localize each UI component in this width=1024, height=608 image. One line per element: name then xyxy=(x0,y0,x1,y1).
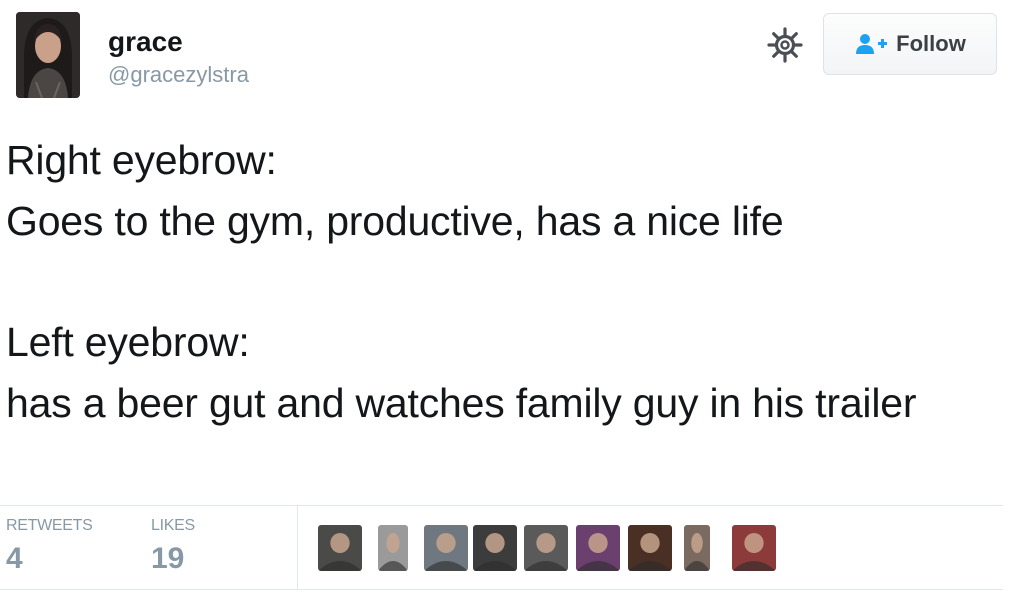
tweet-line-break xyxy=(6,252,1016,312)
retweets-label: RETWEETS xyxy=(6,517,93,534)
author-display-name[interactable]: grace xyxy=(108,26,183,58)
author-avatar-image xyxy=(16,12,80,98)
likes-stat[interactable]: LIKES 19 xyxy=(151,516,195,578)
tweet-line: has a beer gut and watches family guy in… xyxy=(6,380,917,426)
tweet-line: Left eyebrow: xyxy=(6,319,250,365)
liker-avatar-4[interactable] xyxy=(473,525,517,571)
liker-avatar-7[interactable] xyxy=(628,525,672,571)
follow-button[interactable]: Follow xyxy=(823,13,997,75)
tweet-line: Right eyebrow: xyxy=(6,137,277,183)
stats-divider-vertical xyxy=(297,506,298,589)
liker-avatar-2[interactable] xyxy=(378,525,408,571)
author-avatar[interactable] xyxy=(16,12,80,98)
author-handle[interactable]: @gracezylstra xyxy=(108,62,249,88)
retweets-stat[interactable]: RETWEETS 4 xyxy=(6,516,93,578)
liker-avatar-8[interactable] xyxy=(684,525,710,571)
likes-count: 19 xyxy=(151,542,185,575)
liker-avatar-6[interactable] xyxy=(576,525,620,571)
liker-avatar-5[interactable] xyxy=(524,525,568,571)
gear-icon[interactable] xyxy=(766,26,804,64)
stats-divider-top xyxy=(0,505,1003,506)
tweet-line: Goes to the gym, productive, has a nice … xyxy=(6,198,784,244)
likes-label: LIKES xyxy=(151,517,195,534)
liker-avatar-3[interactable] xyxy=(424,525,468,571)
liker-avatar-9[interactable] xyxy=(732,525,776,571)
stats-divider-bottom xyxy=(0,589,1003,590)
follow-button-label: Follow xyxy=(896,31,966,56)
retweets-count: 4 xyxy=(6,542,23,575)
tweet-text: Right eyebrow: Goes to the gym, producti… xyxy=(6,130,1016,434)
add-user-icon xyxy=(856,34,888,54)
liker-avatar-1[interactable] xyxy=(318,525,362,571)
